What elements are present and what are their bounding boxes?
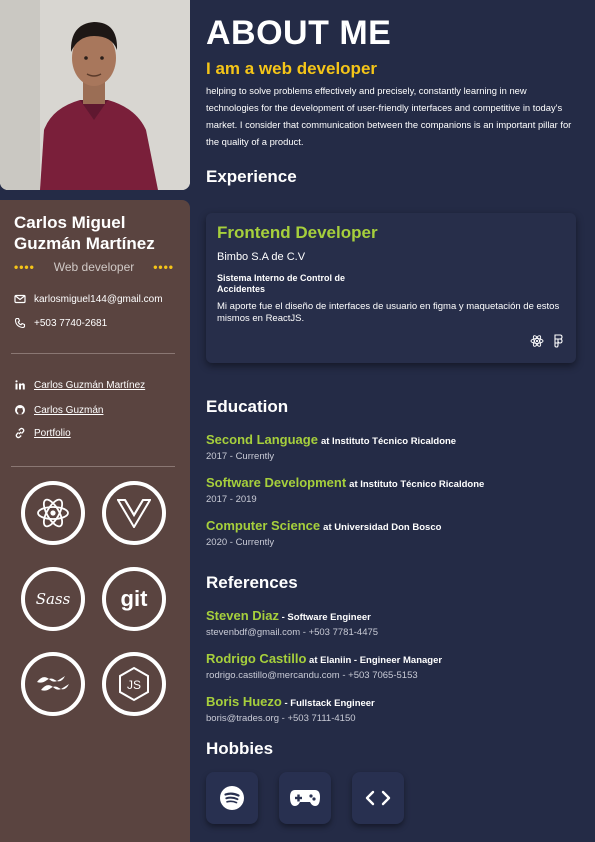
project-name: Sistema Interno de Control de Accidentes [217,273,346,294]
left-column: Carlos Miguel Guzmán Martínez •••• Web d… [0,0,190,842]
spotify-icon [206,772,258,824]
link-icon [14,427,26,439]
tailwind-icon [21,652,85,716]
github-text: Carlos Guzmán [34,404,104,416]
reference-name: Steven Diaz [206,608,279,623]
gamepad-icon [279,772,331,824]
mail-icon [14,293,26,305]
job-description: Mi aporte fue el diseño de interfaces de… [217,301,560,324]
phone-contact[interactable]: +503 7740-2681 [14,317,107,329]
portfolio-link[interactable]: Portfolio [14,427,71,439]
react-icon [21,481,85,545]
code-icon [352,772,404,824]
about-title: ABOUT ME [206,14,392,52]
reference-contact: boris@trades.org - +503 7111-4150 [206,713,356,724]
reference-role: - Software Engineer [278,612,371,623]
linkedin-text: Carlos Guzmán Martínez [34,379,146,391]
education-item: Computer Science at Universidad Don Bosco… [206,517,441,548]
education-item-institution: at Universidad Don Bosco [323,522,442,533]
education-item-dates: 2017 - 2019 [206,494,257,505]
reference-item: Rodrigo Castillo at Elaniin - Engineer M… [206,650,442,681]
linkedin-icon [14,379,26,391]
phone-text: +503 7740-2681 [34,317,108,329]
education-item: Second Language at Instituto Técnico Rica… [206,431,456,462]
svg-text:Sass: Sass [36,590,71,608]
sidebar: Carlos Miguel Guzmán Martínez •••• Web d… [0,200,190,842]
education-item-dates: 2017 - Currently [206,451,275,462]
education-item: Software Development at Instituto Técnico… [206,474,484,505]
reference-contact: rodrigo.castillo@mercandu.com - +503 706… [206,670,418,681]
about-text: helping to solve problems effectively an… [206,85,572,147]
figma-icon [552,334,564,353]
experience-card: Frontend Developer Bimbo S.A de C.V Sist… [206,213,576,363]
education-item-title: Computer Science [206,518,321,533]
job-title: Frontend Developer [217,223,378,242]
reference-contact: stevenbdf@gmail.com - +503 7781-4475 [206,627,379,638]
education-item-institution: at Instituto Técnico Ricaldone [320,436,457,447]
email-text: karlosmiguel144@gmail.com [34,293,163,305]
svg-text:JS: JS [127,678,141,692]
education-item-title: Software Development [206,475,347,490]
role-line: •••• Web developer •••• [14,260,174,274]
education-item-dates: 2020 - Currently [206,537,275,548]
profile-role: Web developer [53,260,135,274]
react-icon [530,334,544,353]
git-icon: git [102,567,166,631]
hobbies-title: Hobbies [206,739,274,758]
vue-icon [102,481,166,545]
github-link[interactable]: Carlos Guzmán [14,404,103,416]
email-contact[interactable]: karlosmiguel144@gmail.com [14,293,163,305]
phone-icon [14,317,26,329]
right-column: ABOUT ME I am a web developer helping to… [190,0,595,842]
reference-item: Boris Huezo - Fullstack Engineer boris@t… [206,693,375,724]
reference-role: at Elaniin - Engineer Manager [306,655,443,666]
svg-text:git: git [121,586,149,611]
experience-title: Experience [206,167,297,186]
profile-name: Carlos Miguel Guzmán Martínez [14,213,155,253]
reference-name: Boris Huezo [206,694,282,709]
linkedin-link[interactable]: Carlos Guzmán Martínez [14,379,145,391]
divider [11,353,175,354]
reference-name: Rodrigo Castillo [206,651,307,666]
reference-item: Steven Diaz - Software Engineer stevenbd… [206,607,378,638]
portfolio-text: Portfolio [34,427,71,439]
experience-tools [530,334,564,353]
profile-photo [0,0,190,190]
nodejs-icon: JS [102,652,166,716]
about-tagline: I am a web developer [206,59,378,78]
reference-role: - Fullstack Engineer [281,698,375,709]
company-name: Bimbo S.A de C.V [217,251,306,263]
sass-icon: Sass [21,567,85,631]
decorative-dots-right: •••• [153,260,174,274]
references-title: References [206,573,298,592]
education-item-institution: at Instituto Técnico Ricaldone [349,479,485,490]
divider [11,466,175,467]
profile-photo-illustration [0,0,190,190]
education-item-title: Second Language [206,432,318,447]
education-title: Education [206,397,289,416]
resume-page: Carlos Miguel Guzmán Martínez •••• Web d… [0,0,595,842]
github-icon [14,404,26,416]
decorative-dots-left: •••• [14,260,35,274]
